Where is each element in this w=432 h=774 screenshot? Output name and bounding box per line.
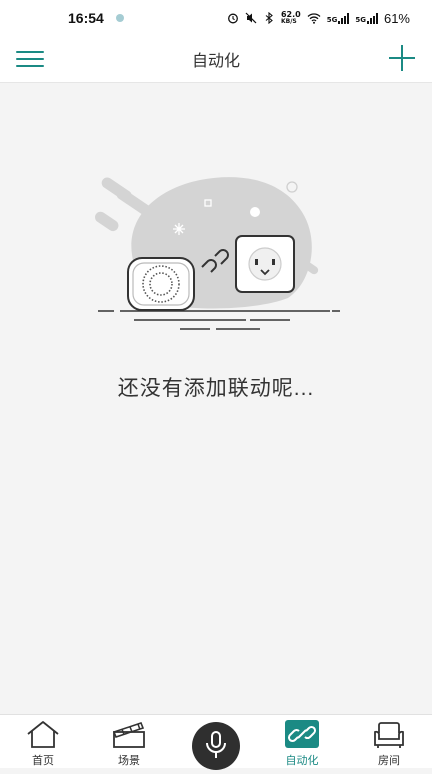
tab-scenes-label: 场景 (118, 755, 140, 767)
status-icons: 62.0 KB/S 5G 5G 61% (227, 11, 410, 26)
tab-rooms-label: 房间 (378, 755, 400, 767)
status-bar: 16:54 62.0 KB/S 5G 5G 61% (0, 0, 432, 36)
battery-percent: 61% (383, 10, 410, 26)
tab-home-label: 首页 (32, 755, 54, 767)
tab-automation[interactable]: 自动化 (272, 715, 332, 769)
hamburger-icon-line (16, 65, 44, 67)
streak-2 (116, 188, 155, 219)
tab-automation-label: 自动化 (285, 755, 319, 767)
signal-bars-icon (366, 12, 378, 24)
tab-rooms[interactable]: 房间 (359, 715, 419, 769)
tab-scenes[interactable]: 场景 (99, 715, 159, 769)
page-title: 自动化 (191, 53, 240, 70)
empty-state-illustration (95, 177, 340, 330)
status-time: 16:54 (68, 10, 104, 26)
white-dot (250, 207, 260, 217)
sim1-signal: 5G (326, 12, 350, 24)
voice-button[interactable] (192, 722, 240, 770)
hamburger-icon-line (16, 58, 44, 60)
app-header: 自动化 (0, 36, 432, 83)
small-circle (286, 181, 298, 193)
sofa-icon (374, 722, 404, 748)
sim2-label: 5G (355, 15, 366, 24)
alarm-icon (228, 13, 238, 24)
net-speed-unit: KB/S (280, 18, 297, 25)
sim2-signal: 5G (355, 12, 378, 24)
socket-hole-right (272, 259, 275, 265)
signal-bars-icon (338, 12, 350, 24)
net-speed: 62.0 KB/S (280, 10, 301, 26)
notification-dot-icon (115, 14, 124, 22)
add-automation-button[interactable] (388, 44, 416, 72)
empty-state-message: 还没有添加联动呢... (117, 377, 315, 400)
mute-icon (245, 12, 257, 24)
bluetooth-icon (265, 12, 273, 24)
tab-home[interactable]: 首页 (13, 715, 73, 769)
clapperboard-icon (112, 722, 145, 748)
wifi-icon (307, 13, 321, 24)
menu-button[interactable] (16, 48, 44, 70)
sim1-label: 5G (326, 15, 338, 24)
speaker-device (127, 257, 195, 311)
hamburger-icon (16, 51, 44, 53)
microphone-icon (206, 731, 226, 758)
streak-3 (95, 211, 119, 232)
link-icon (285, 720, 319, 748)
home-icon (27, 721, 59, 748)
net-speed-value: 62.0 (280, 10, 301, 19)
socket-hole-left (255, 259, 258, 265)
